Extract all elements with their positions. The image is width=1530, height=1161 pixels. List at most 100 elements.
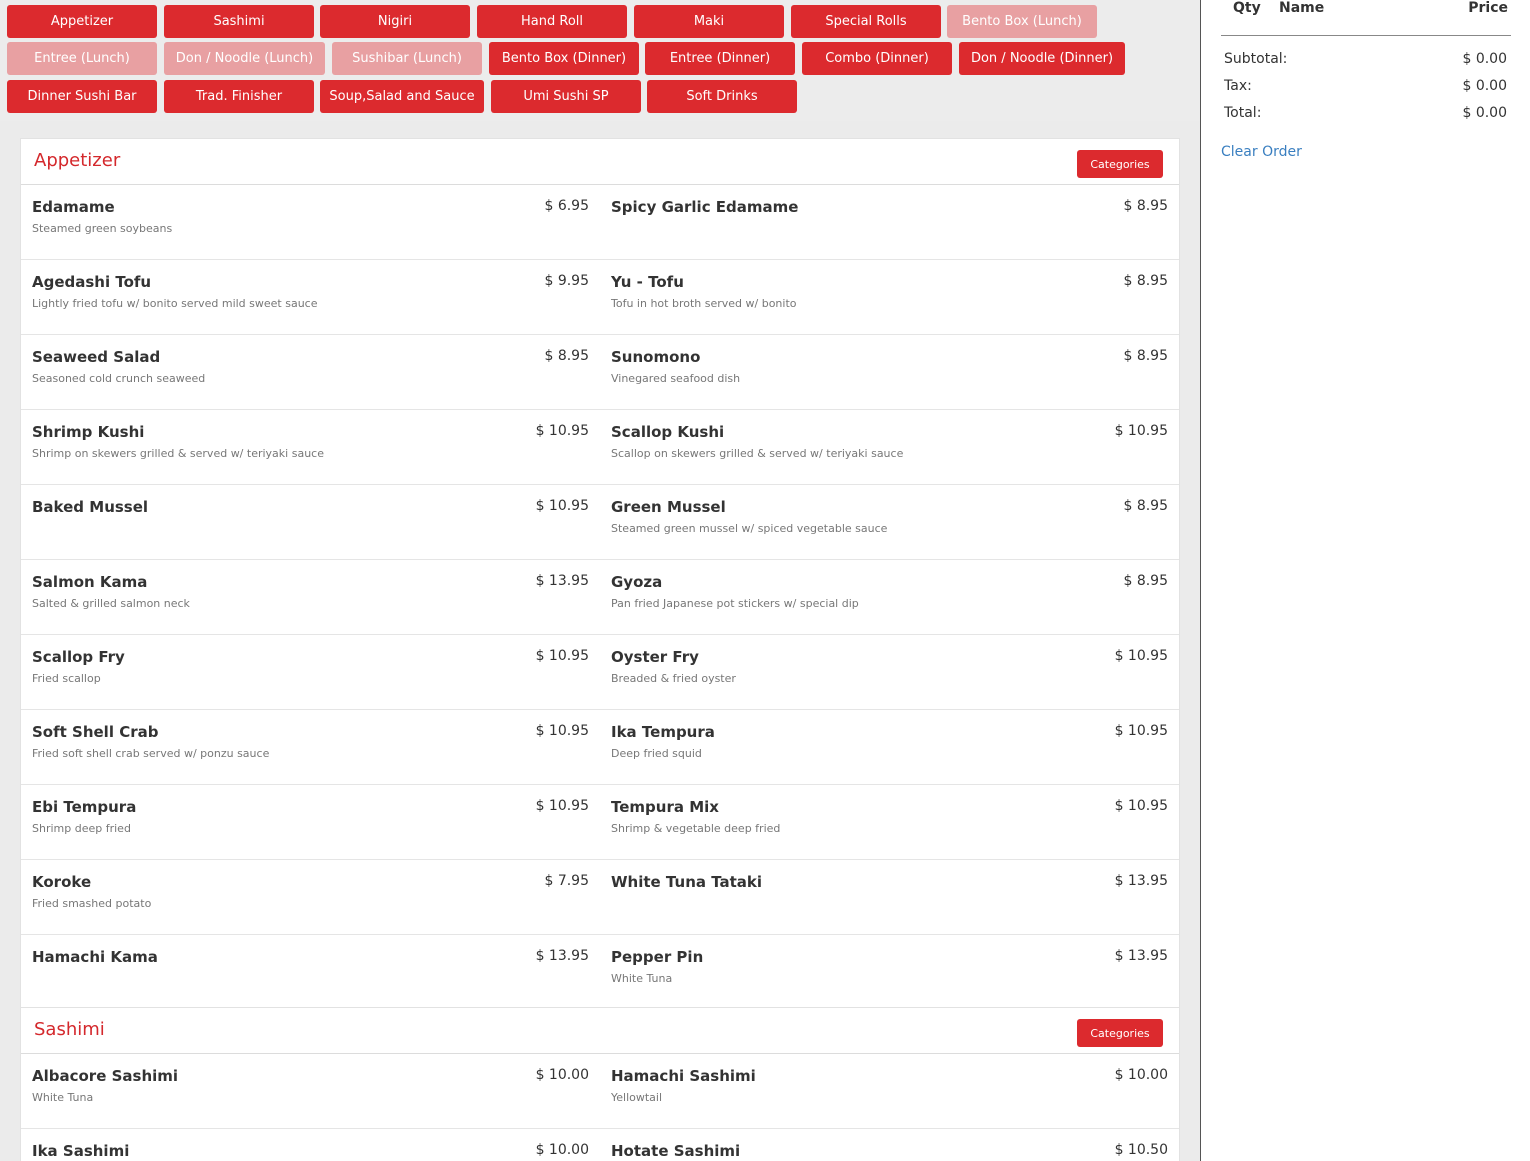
- menu-item[interactable]: Hamachi Sashimi $ 10.00 Yellowtail: [600, 1054, 1179, 1128]
- section-title: Sashimi: [34, 1019, 105, 1040]
- menu-row: Edamame $ 6.95 Steamed green soybeans Spicy…: [21, 185, 1179, 260]
- subtotal-label: Subtotal:: [1224, 51, 1288, 67]
- menu-item-description: White Tuna: [611, 972, 673, 985]
- category-button[interactable]: Soup,Salad and Sauce: [320, 80, 484, 113]
- menu-item-name: Baked Mussel: [32, 498, 149, 516]
- menu-item-price: $ 7.95: [544, 873, 589, 889]
- menu-item-name: Sunomono: [611, 348, 701, 366]
- menu-row: Baked Mussel $ 10.95 Green Mussel $ 8.95 Ste…: [21, 485, 1179, 560]
- menu-item-description: Steamed green mussel w/ spiced vegetable…: [611, 522, 888, 535]
- menu-item-name: Koroke: [32, 873, 92, 891]
- category-button[interactable]: Don / Noodle (Dinner): [959, 42, 1125, 75]
- categories-button[interactable]: Categories: [1077, 150, 1163, 178]
- menu-item[interactable]: Oyster Fry $ 10.95 Breaded & fried oyster: [600, 635, 1179, 709]
- menu-item[interactable]: Sunomono $ 8.95 Vinegared seafood dish: [600, 335, 1179, 409]
- menu-item[interactable]: Yu - Tofu $ 8.95 Tofu in hot broth served …: [600, 260, 1179, 334]
- subtotal-value: $ 0.00: [1462, 51, 1507, 67]
- menu-item-description: Salted & grilled salmon neck: [32, 597, 190, 610]
- category-button[interactable]: Don / Noodle (Lunch): [164, 42, 325, 75]
- category-button[interactable]: Bento Box (Dinner): [489, 42, 639, 75]
- category-button[interactable]: Appetizer: [7, 5, 157, 38]
- menu-item-name: Tempura Mix: [611, 798, 719, 816]
- menu-row: Hamachi Kama $ 13.95 Pepper Pin $ 13.95 Whit…: [21, 935, 1179, 1010]
- menu-section: Appetizer Categories Edamame $ 6.95 Steamed …: [20, 138, 1180, 1011]
- menu-item-description: Yellowtail: [611, 1091, 663, 1104]
- category-button[interactable]: Hand Roll: [477, 5, 627, 38]
- menu-row: Albacore Sashimi $ 10.00 White Tuna Hamachi…: [21, 1054, 1179, 1129]
- category-button[interactable]: Sushibar (Lunch): [332, 42, 482, 75]
- menu-row: Ika Sashimi $ 10.00 Hotate Sashimi $ 10.50: [21, 1129, 1179, 1161]
- menu-item[interactable]: Ika Sashimi $ 10.00: [21, 1129, 600, 1161]
- menu-item-description: Shrimp & vegetable deep fried: [611, 822, 781, 835]
- category-button[interactable]: Special Rolls: [791, 5, 941, 38]
- category-button[interactable]: Soft Drinks: [647, 80, 797, 113]
- menu-item[interactable]: Hamachi Kama $ 13.95: [21, 935, 600, 1010]
- menu-item-price: $ 9.95: [544, 273, 589, 289]
- category-button[interactable]: Sashimi: [164, 5, 314, 38]
- menu-item-price: $ 10.00: [535, 1142, 589, 1158]
- categories-button[interactable]: Categories: [1077, 1019, 1163, 1047]
- menu-item-name: Hamachi Sashimi: [611, 1067, 756, 1085]
- menu-item[interactable]: Baked Mussel $ 10.95: [21, 485, 600, 559]
- menu-item-price: $ 10.95: [1114, 648, 1168, 664]
- order-header-price: Price: [1468, 0, 1508, 16]
- menu-item-description: Fried soft shell crab served w/ ponzu sa…: [32, 747, 270, 760]
- menu-item-name: Edamame: [32, 198, 115, 216]
- category-button[interactable]: Umi Sushi SP: [491, 80, 641, 113]
- menu-item[interactable]: White Tuna Tataki $ 13.95: [600, 860, 1179, 934]
- menu-item-description: Tofu in hot broth served w/ bonito: [611, 297, 797, 310]
- menu-item-name: Ika Sashimi: [32, 1142, 130, 1160]
- menu-item[interactable]: Scallop Fry $ 10.95 Fried scallop: [21, 635, 600, 709]
- menu-item[interactable]: Koroke $ 7.95 Fried smashed potato: [21, 860, 600, 934]
- menu-item-price: $ 8.95: [1123, 498, 1168, 514]
- menu-item[interactable]: Gyoza $ 8.95 Pan fried Japanese pot sticke…: [600, 560, 1179, 634]
- menu-item[interactable]: Albacore Sashimi $ 10.00 White Tuna: [21, 1054, 600, 1128]
- category-button[interactable]: Maki: [634, 5, 784, 38]
- category-button[interactable]: Entree (Dinner): [645, 42, 795, 75]
- menu-item[interactable]: Scallop Kushi $ 10.95 Scallop on skewers g…: [600, 410, 1179, 484]
- menu-item[interactable]: Agedashi Tofu $ 9.95 Lightly fried tofu w/…: [21, 260, 600, 334]
- menu-item-name: Oyster Fry: [611, 648, 699, 666]
- menu-item-price: $ 10.95: [535, 423, 589, 439]
- menu-item-name: Gyoza: [611, 573, 663, 591]
- menu-item[interactable]: Shrimp Kushi $ 10.95 Shrimp on skewers gri…: [21, 410, 600, 484]
- menu-item-name: Hamachi Kama: [32, 948, 158, 966]
- menu-item[interactable]: Pepper Pin $ 13.95 White Tuna: [600, 935, 1179, 1010]
- clear-order-link[interactable]: Clear Order: [1221, 144, 1302, 160]
- category-button[interactable]: Trad. Finisher: [164, 80, 314, 113]
- menu-item-name: Ebi Tempura: [32, 798, 137, 816]
- menu-item[interactable]: Hotate Sashimi $ 10.50: [600, 1129, 1179, 1161]
- order-header-qty: Qty: [1233, 0, 1261, 16]
- menu-item-price: $ 10.95: [535, 723, 589, 739]
- menu-item-price: $ 13.95: [535, 573, 589, 589]
- menu-item[interactable]: Green Mussel $ 8.95 Steamed green mussel w…: [600, 485, 1179, 559]
- category-button[interactable]: Dinner Sushi Bar: [7, 80, 157, 113]
- menu-item-name: Yu - Tofu: [611, 273, 684, 291]
- menu-item-description: Lightly fried tofu w/ bonito served mild…: [32, 297, 318, 310]
- category-button[interactable]: Nigiri: [320, 5, 470, 38]
- menu-item-description: Shrimp on skewers grilled & served w/ te…: [32, 447, 324, 460]
- menu-item[interactable]: Ebi Tempura $ 10.95 Shrimp deep fried: [21, 785, 600, 859]
- menu-item[interactable]: Edamame $ 6.95 Steamed green soybeans: [21, 185, 600, 259]
- menu-item[interactable]: Tempura Mix $ 10.95 Shrimp & vegetable dee…: [600, 785, 1179, 859]
- menu-item-name: Hotate Sashimi: [611, 1142, 741, 1160]
- tax-value: $ 0.00: [1462, 78, 1507, 94]
- category-button[interactable]: Bento Box (Lunch): [947, 5, 1097, 38]
- menu-item[interactable]: Ika Tempura $ 10.95 Deep fried squid: [600, 710, 1179, 784]
- menu-item-description: Fried scallop: [32, 672, 101, 685]
- menu-item[interactable]: Salmon Kama $ 13.95 Salted & grilled salmo…: [21, 560, 600, 634]
- menu-item[interactable]: Soft Shell Crab $ 10.95 Fried soft shell c…: [21, 710, 600, 784]
- menu-item-price: $ 13.95: [1114, 873, 1168, 889]
- menu-item[interactable]: Spicy Garlic Edamame $ 8.95: [600, 185, 1179, 259]
- order-divider: [1221, 35, 1511, 36]
- menu-item-name: Salmon Kama: [32, 573, 148, 591]
- menu-item-description: Steamed green soybeans: [32, 222, 173, 235]
- menu-item-description: Shrimp deep fried: [32, 822, 131, 835]
- category-button[interactable]: Combo (Dinner): [802, 42, 952, 75]
- menu-item-price: $ 10.00: [535, 1067, 589, 1083]
- menu-item-name: Spicy Garlic Edamame: [611, 198, 799, 216]
- menu-item-price: $ 10.95: [535, 498, 589, 514]
- menu-item[interactable]: Seaweed Salad $ 8.95 Seasoned cold crunch …: [21, 335, 600, 409]
- menu-item-price: $ 6.95: [544, 198, 589, 214]
- category-button[interactable]: Entree (Lunch): [7, 42, 157, 75]
